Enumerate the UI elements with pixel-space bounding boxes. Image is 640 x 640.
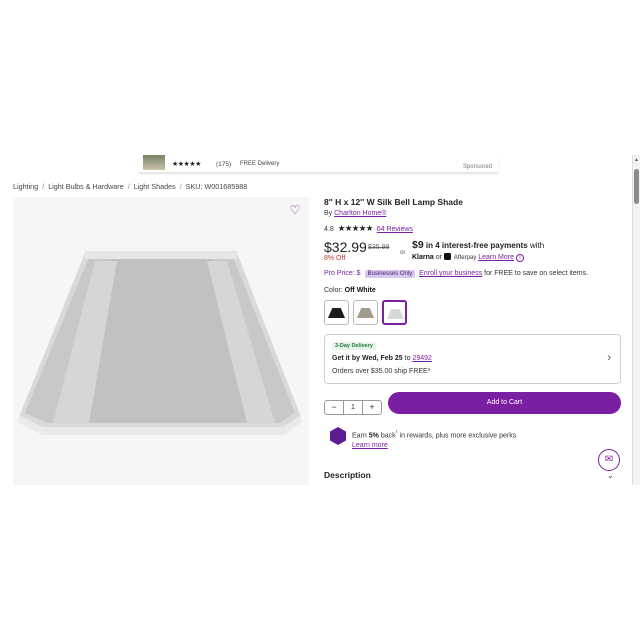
- klarna-logo: Klarna: [412, 254, 434, 261]
- get-it-by: Get it by: [332, 355, 361, 362]
- product-image[interactable]: ♡: [13, 197, 309, 485]
- breadcrumb-separator: /: [127, 182, 130, 191]
- lamp-shade-icon: [357, 308, 374, 318]
- reviews-link[interactable]: 64 Reviews: [377, 226, 413, 233]
- chat-icon[interactable]: ✉: [598, 449, 620, 471]
- scrollbar-thumb[interactable]: [634, 169, 639, 204]
- rewards-gem-icon: [330, 427, 346, 445]
- ad-review-count: (175): [216, 161, 232, 168]
- breadcrumb-lighting[interactable]: Lighting: [13, 182, 38, 191]
- financing-row: Klarna or Afterpay Learn More i: [412, 253, 524, 262]
- breadcrumb-light-bulbs[interactable]: Light Bulbs & Hardware: [48, 182, 124, 191]
- rewards-rest: in rewards, plus more exclusive perks: [399, 432, 517, 440]
- breadcrumb-sku: SKU: W001685988: [185, 182, 248, 191]
- info-icon[interactable]: i: [515, 254, 524, 262]
- qty-input[interactable]: 1: [343, 401, 363, 414]
- scroll-up-icon[interactable]: ▲: [634, 157, 639, 163]
- chevron-right-icon: ›: [607, 352, 611, 364]
- or-label-2: or: [435, 254, 442, 261]
- pro-price-row: Pro Price: $ Businesses Only Enroll your…: [324, 270, 588, 278]
- by-label: By: [324, 210, 333, 217]
- delivery-card[interactable]: 3-Day Delivery Get it by Wed, Feb 25 to …: [324, 334, 621, 384]
- rating-row: 4.8 ★★★★★ 64 Reviews: [324, 223, 413, 234]
- color-label: Color: Off White: [324, 287, 376, 294]
- afterpay-logo: Afterpay: [453, 255, 477, 261]
- add-to-cart-button[interactable]: Add to Cart: [388, 392, 621, 414]
- scrollbar[interactable]: ▲: [632, 155, 640, 485]
- brand-link[interactable]: Charlton Home®: [334, 210, 386, 217]
- ad-rating-stars: ★★★★★: [172, 161, 201, 168]
- discount-label: 8% Off: [324, 255, 346, 262]
- quantity-stepper[interactable]: − 1 +: [324, 400, 382, 415]
- description-heading[interactable]: Description: [324, 470, 371, 480]
- rating-value: 4.8: [324, 226, 334, 233]
- qty-decrease-button[interactable]: −: [325, 401, 343, 414]
- selected-color: Off White: [344, 287, 376, 294]
- swatch-off-white[interactable]: [382, 300, 407, 325]
- swatch-beige[interactable]: [353, 300, 378, 325]
- ad-delivery-label: FREE Delivery: [240, 161, 280, 167]
- heart-icon[interactable]: ♡: [288, 203, 302, 217]
- learn-more-link[interactable]: Learn More: [478, 254, 514, 261]
- rewards-percent: 5%: [368, 432, 379, 440]
- installment-text: in 4 interest-free payments: [425, 241, 528, 250]
- or-label: or: [400, 250, 406, 256]
- breadcrumb-light-shades[interactable]: Light Shades: [134, 182, 176, 191]
- pro-price-label: Pro Price: $: [324, 270, 361, 277]
- enroll-business-link[interactable]: Enroll your business: [419, 270, 482, 277]
- enroll-suffix: for FREE to save on select items.: [484, 270, 589, 277]
- brand-line: By Charlton Home®: [324, 210, 386, 217]
- zip-code-link[interactable]: 29492: [412, 355, 431, 362]
- lamp-shade-illustration: [19, 251, 301, 435]
- installment-with: with: [529, 241, 545, 250]
- sale-price: $32.99: [324, 239, 367, 255]
- installment-amount: $9: [412, 239, 424, 251]
- ad-sponsored-label: Sponsored: [462, 164, 492, 170]
- color-label-text: Color:: [324, 287, 343, 294]
- ad-thumbnail[interactable]: [143, 155, 165, 170]
- rewards-earn: Earn: [352, 432, 367, 440]
- installment-offer: $9 in 4 interest-free payments with: [412, 239, 544, 251]
- afterpay-icon: [443, 253, 451, 260]
- businesses-only-badge: Businesses Only: [364, 270, 416, 278]
- sponsored-ad-strip[interactable]: ★★★★★ (175) FREE Delivery Sponsored: [138, 155, 498, 173]
- lamp-shade-icon: [387, 309, 404, 319]
- breadcrumb: Lighting / Light Bulbs & Hardware / Ligh…: [13, 182, 247, 191]
- delivery-date-value: Wed, Feb 25: [361, 355, 403, 362]
- breadcrumb-separator: /: [42, 182, 45, 191]
- lamp-shade-icon: [328, 308, 345, 318]
- qty-increase-button[interactable]: +: [363, 401, 381, 414]
- to-label: to: [404, 355, 411, 362]
- delivery-badge: 3-Day Delivery: [332, 342, 376, 350]
- free-shipping-note: Orders over $35.00 ship FREE*: [332, 368, 431, 375]
- rewards-text: Earn 5% back¹ in rewards, plus more excl…: [352, 428, 516, 451]
- rating-stars-icon: ★★★★★: [337, 223, 374, 233]
- chevron-down-icon[interactable]: ⌄: [607, 471, 614, 480]
- swatch-black[interactable]: [324, 300, 349, 325]
- rewards-learn-more-link[interactable]: Learn more: [352, 442, 388, 449]
- original-price: $35.99: [368, 244, 390, 251]
- breadcrumb-separator: /: [179, 182, 182, 191]
- page-viewport: ★★★★★ (175) FREE Delivery Sponsored Ligh…: [0, 155, 640, 485]
- rewards-footnote: ¹: [395, 430, 398, 436]
- rewards-back: back: [380, 432, 396, 440]
- product-title: 8'' H x 12'' W Silk Bell Lamp Shade: [324, 197, 463, 207]
- delivery-date: Get it by Wed, Feb 25 to 29492: [332, 355, 432, 362]
